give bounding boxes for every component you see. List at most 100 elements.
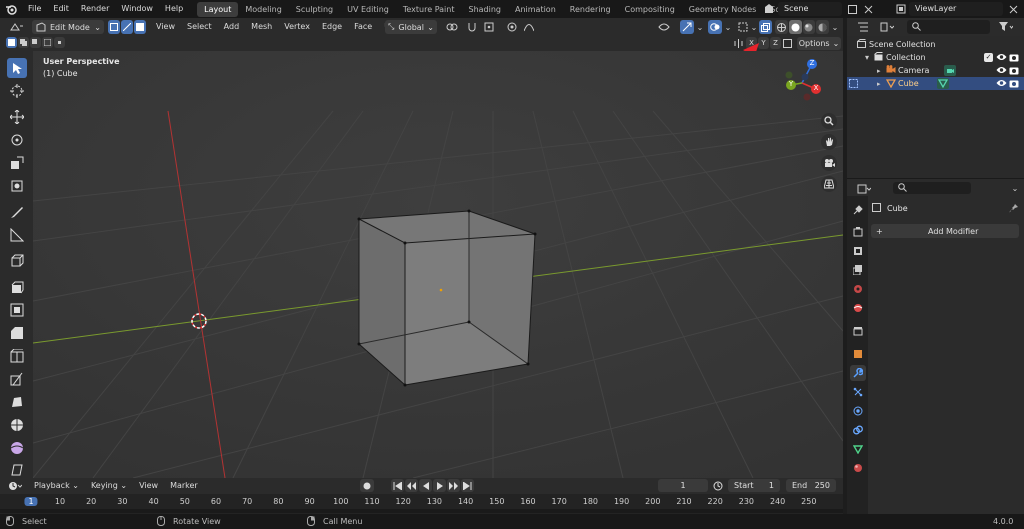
render-camera-icon[interactable] [1009,78,1019,90]
jump-start-icon[interactable] [391,479,404,492]
chevron-down-icon[interactable]: ⌄ [723,20,733,34]
edge-select-icon[interactable] [121,20,133,34]
rendered-shading-icon[interactable] [816,20,829,34]
material-shading-icon[interactable] [802,20,816,34]
viewlayer-name[interactable]: ViewLayer [909,2,1003,16]
object-tab-icon[interactable] [850,346,866,362]
options-dropdown[interactable]: Options ⌄ [797,37,841,50]
checkbox-icon[interactable]: ✓ [984,53,993,62]
chevron-down-icon[interactable]: ⌄ [830,20,840,34]
timeline-scrollbar[interactable] [0,509,843,513]
play-reverse-icon[interactable] [419,479,432,492]
properties-search-input[interactable] [893,182,971,194]
end-frame-field[interactable]: End 250 [786,479,836,492]
render-camera-icon[interactable] [1009,52,1019,64]
vertex-select-icon[interactable] [108,20,120,34]
snap-target-icon[interactable] [480,20,498,34]
record-button[interactable] [360,479,374,492]
camera-view-icon[interactable] [821,155,837,171]
loop-cut-tool-icon[interactable] [7,346,27,366]
tool-tab-icon[interactable] [850,202,866,218]
menu-add[interactable]: Add [218,18,246,36]
pan-view-icon[interactable] [821,134,837,150]
viewlayer-selector[interactable]: ViewLayer [893,2,1003,16]
toggle-xray-icon[interactable] [759,20,772,34]
new-scene-icon[interactable] [846,2,858,16]
outliner-row-scene-collection[interactable]: Scene Collection [847,38,1024,51]
tab-shading[interactable]: Shading [461,2,508,17]
menu-render[interactable]: Render [75,0,115,18]
menu-vertex[interactable]: Vertex [278,18,316,36]
start-frame-field[interactable]: Start 1 [728,479,780,492]
current-frame-marker[interactable]: 1 [24,497,38,506]
annotate-tool-icon[interactable] [7,202,27,222]
show-gizmo-icon[interactable] [680,20,694,34]
select-intersect-icon[interactable] [54,37,65,48]
mirror-z-toggle[interactable]: Z [770,37,781,49]
menu-help[interactable]: Help [159,0,189,18]
outliner-row-camera[interactable]: ▸ Camera [847,64,1024,77]
menu-timeline-view[interactable]: View [133,477,164,495]
measure-tool-icon[interactable] [7,225,27,245]
scene-name[interactable]: Scene [778,2,842,16]
remove-viewlayer-icon[interactable] [1006,2,1020,16]
scene-tab-icon[interactable] [850,281,866,297]
physics-tab-icon[interactable] [850,403,866,419]
mesh-data-icon[interactable] [937,78,949,89]
chevron-down-icon[interactable]: ⌄ [749,20,759,34]
menu-face[interactable]: Face [348,18,378,36]
tab-sculpting[interactable]: Sculpting [289,2,340,17]
timeline-editor-type-icon[interactable] [6,480,24,492]
outliner-row-cube[interactable]: ▸ Cube [847,77,1024,90]
prev-keyframe-icon[interactable] [405,479,418,492]
eye-icon[interactable] [996,78,1007,90]
menu-marker[interactable]: Marker [164,477,204,495]
show-overlays-icon[interactable] [708,20,722,34]
add-modifier-button[interactable]: + Add Modifier [871,224,1019,238]
properties-editor-type-icon[interactable] [853,182,875,195]
tab-texture-paint[interactable]: Texture Paint [396,2,462,17]
jump-end-icon[interactable] [461,479,474,492]
tab-compositing[interactable]: Compositing [618,2,682,17]
rotate-tool-icon[interactable] [7,130,27,150]
solid-shading-icon[interactable] [788,20,802,34]
chevron-down-icon[interactable]: ⌄ [695,20,705,34]
outliner-row-collection[interactable]: ▾ Collection ✓ [847,51,1024,64]
expand-arrow-icon[interactable]: ▸ [877,80,886,88]
auto-merge-icon[interactable] [781,37,793,50]
select-new-icon[interactable] [6,37,17,48]
poly-build-tool-icon[interactable] [7,392,27,412]
scale-tool-icon[interactable] [7,153,27,173]
mode-dropdown[interactable]: Edit Mode ⌄ [32,20,104,34]
add-cube-tool-icon[interactable] [7,251,27,271]
select-subtract-icon[interactable] [30,37,41,48]
play-icon[interactable] [433,479,446,492]
constraints-tab-icon[interactable] [850,422,866,438]
world-tab-icon[interactable] [850,300,866,316]
wireframe-shading-icon[interactable] [775,20,788,34]
knife-tool-icon[interactable] [7,369,27,389]
select-extend-icon[interactable] [18,37,29,48]
transform-tool-icon[interactable] [7,176,27,196]
inset-tool-icon[interactable] [7,300,27,320]
remove-scene-icon[interactable] [862,2,874,16]
menu-select[interactable]: Select [181,18,218,36]
menu-view[interactable]: View [150,18,181,36]
blender-logo-icon[interactable] [0,0,22,18]
tab-layout[interactable]: Layout [197,1,239,17]
clock-icon[interactable] [711,479,725,492]
object-type-visibility-icon[interactable] [655,20,673,34]
menu-edit[interactable]: Edit [47,0,75,18]
extrude-tool-icon[interactable] [7,277,27,297]
face-select-icon[interactable] [134,20,146,34]
select-invert-icon[interactable] [42,37,53,48]
edit-mode-indicator-icon[interactable] [849,79,859,90]
menu-keying[interactable]: Keying ⌄ [85,477,133,495]
filter-icon[interactable] [995,20,1017,34]
current-frame-field[interactable]: 1 [658,479,708,492]
particles-tab-icon[interactable] [850,384,866,400]
material-tab-icon[interactable] [850,460,866,476]
data-tab-icon[interactable] [850,441,866,457]
transform-orientation-dropdown[interactable]: ⤡ Global ⌄ [385,20,437,34]
menu-edge[interactable]: Edge [316,18,348,36]
